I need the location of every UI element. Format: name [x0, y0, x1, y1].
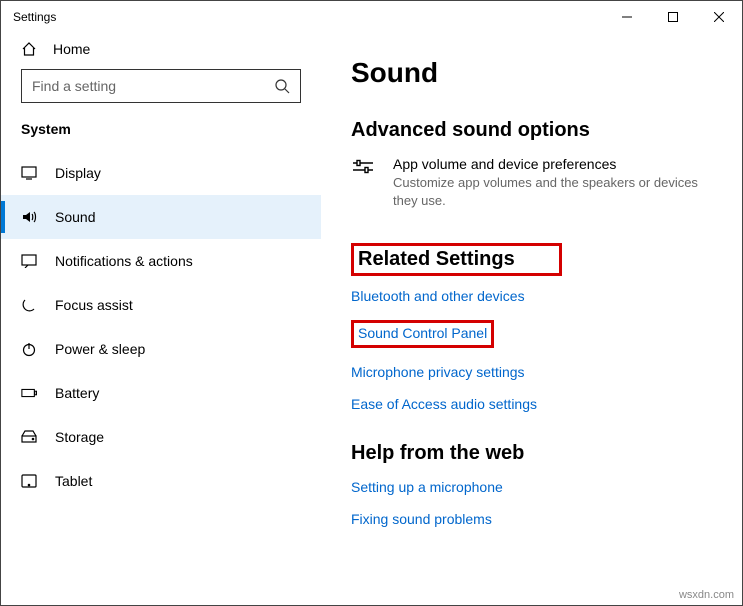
sidebar-item-focus-assist[interactable]: Focus assist — [1, 283, 321, 327]
sidebar-item-label: Display — [55, 165, 101, 181]
window-title: Settings — [13, 10, 56, 24]
sidebar-item-label: Battery — [55, 385, 99, 401]
link-sound-control-panel[interactable]: Sound Control Panel — [358, 325, 487, 341]
advanced-item-title: App volume and device preferences — [393, 156, 722, 172]
link-bluetooth-devices[interactable]: Bluetooth and other devices — [351, 288, 722, 304]
home-icon — [21, 41, 37, 57]
minimize-button[interactable] — [604, 1, 650, 33]
link-fix-sound-problems[interactable]: Fixing sound problems — [351, 511, 722, 527]
sidebar-item-storage[interactable]: Storage — [1, 415, 321, 459]
sidebar-item-label: Storage — [55, 429, 104, 445]
sidebar-item-display[interactable]: Display — [1, 151, 321, 195]
sidebar-item-battery[interactable]: Battery — [1, 371, 321, 415]
sidebar-item-label: Sound — [55, 209, 95, 225]
battery-icon — [21, 385, 37, 401]
advanced-item-subtitle: Customize app volumes and the speakers o… — [393, 174, 722, 209]
power-icon — [21, 341, 37, 357]
close-button[interactable] — [696, 1, 742, 33]
maximize-button[interactable] — [650, 1, 696, 33]
search-icon — [274, 78, 290, 94]
sidebar-item-label: Focus assist — [55, 297, 133, 313]
watermark: wsxdn.com — [679, 589, 734, 601]
sidebar-item-tablet[interactable]: Tablet — [1, 459, 321, 503]
sliders-icon — [351, 156, 375, 180]
link-ease-of-access-audio[interactable]: Ease of Access audio settings — [351, 396, 722, 412]
advanced-heading: Advanced sound options — [351, 119, 722, 142]
home-label: Home — [53, 41, 90, 57]
sidebar-item-label: Notifications & actions — [55, 253, 193, 269]
focus-assist-icon — [21, 297, 37, 313]
display-icon — [21, 165, 37, 181]
storage-icon — [21, 429, 37, 445]
highlight-box: Related Settings — [351, 243, 562, 276]
sidebar-item-notifications[interactable]: Notifications & actions — [1, 239, 321, 283]
link-setup-microphone[interactable]: Setting up a microphone — [351, 479, 722, 495]
search-placeholder: Find a setting — [32, 78, 274, 94]
sidebar-item-label: Power & sleep — [55, 341, 145, 357]
sidebar-item-label: Tablet — [55, 473, 92, 489]
titlebar: Settings — [1, 1, 742, 33]
search-input[interactable]: Find a setting — [21, 69, 301, 103]
sidebar-section-title: System — [1, 121, 321, 151]
advanced-option-row[interactable]: App volume and device preferences Custom… — [351, 156, 722, 209]
highlight-box: Sound Control Panel — [351, 320, 494, 348]
help-heading: Help from the web — [351, 442, 722, 465]
tablet-icon — [21, 473, 37, 489]
sidebar-item-sound[interactable]: Sound — [1, 195, 321, 239]
related-settings-heading: Related Settings — [358, 248, 555, 271]
window-controls — [604, 1, 742, 33]
page-title: Sound — [351, 57, 722, 89]
home-nav[interactable]: Home — [1, 33, 321, 69]
link-microphone-privacy[interactable]: Microphone privacy settings — [351, 364, 722, 380]
content-pane: Sound Advanced sound options App volume … — [321, 33, 742, 605]
sidebar-item-power-sleep[interactable]: Power & sleep — [1, 327, 321, 371]
sound-icon — [21, 209, 37, 225]
sidebar: Home Find a setting System Display Sound… — [1, 33, 321, 605]
notifications-icon — [21, 253, 37, 269]
sidebar-navlist: Display Sound Notifications & actions Fo… — [1, 151, 321, 503]
